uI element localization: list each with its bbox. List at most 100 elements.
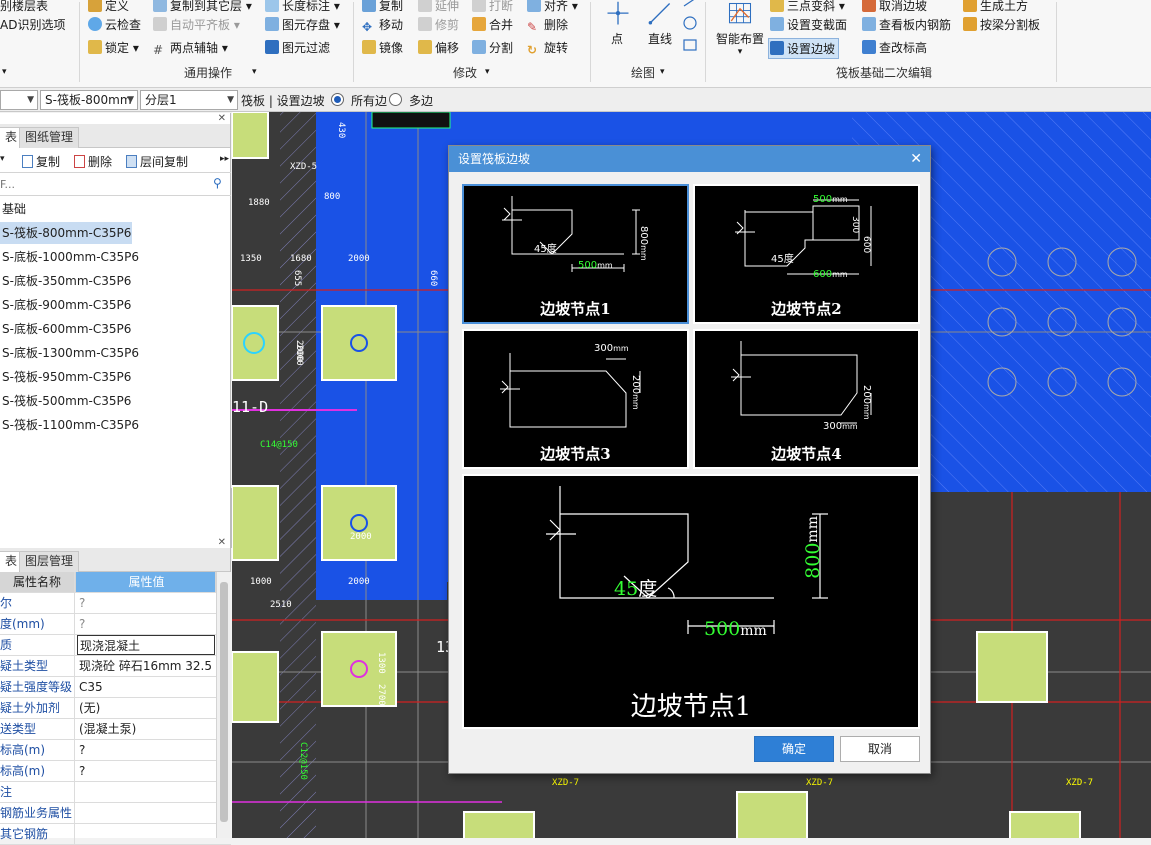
floor-combo[interactable]: ▼ [0,90,38,110]
component-item[interactable]: S-筏板-950mm-C35P6 [0,366,131,388]
property-value[interactable]: 现浇砼 碎石16mm 32.5 [77,656,215,676]
property-row[interactable]: 注 [0,782,231,803]
circle-icon[interactable] [683,16,697,30]
ribbon-floor-table[interactable]: 别楼层表 [0,0,48,16]
ribbon-copy-button[interactable]: 复制 [362,0,403,16]
property-row[interactable]: 尔? [0,593,231,614]
ribbon-copy-to-floor-button[interactable]: 复制到其它层 ▾ [153,0,252,16]
cancel-button[interactable]: 取消 [840,736,920,762]
ribbon-variable-section-button[interactable]: 设置变截面 [770,15,847,35]
property-row[interactable]: 度(mm)? [0,614,231,635]
ribbon-cloud-check-button[interactable]: 云检查 [88,15,141,35]
ribbon-edit-elevation-button[interactable]: 查改标高 [862,38,927,58]
layer-combo[interactable]: 分层1 ▼ [140,90,238,110]
draw-point-button[interactable]: 点 [602,0,632,47]
layer-copy-action[interactable]: 层间复制 [126,153,188,170]
component-item[interactable]: S-筏板-500mm-C35P6 [0,390,131,412]
property-value[interactable] [77,803,215,823]
delete-action[interactable]: 删除 [74,153,112,170]
ribbon-trim-button[interactable]: 修剪 [418,15,459,35]
property-value[interactable]: ? [77,740,215,760]
property-row[interactable]: 标高(m)? [0,740,231,761]
component-item[interactable]: S-底板-900mm-C35P6 [0,294,131,316]
ribbon-auto-align-button[interactable]: 自动平齐板 ▾ [153,15,240,35]
rect-icon[interactable] [683,39,697,51]
ribbon-length-dim-button[interactable]: 长度标注 ▾ [265,0,340,16]
component-combo[interactable]: S-筏板-800mm ▼ [40,90,138,110]
property-value[interactable]: C35 [77,677,215,697]
close-icon[interactable]: ✕ [910,146,922,172]
property-value[interactable]: (混凝土泵) [77,719,215,739]
polyline-icon[interactable] [683,0,696,7]
property-value[interactable]: 现浇混凝土 [77,635,215,655]
property-value[interactable] [77,782,215,802]
radio-multi-edges[interactable] [389,93,402,106]
property-row[interactable]: 送类型 (混凝土泵) [0,719,231,740]
ribbon-extend-button[interactable]: 延伸 [418,0,459,16]
ribbon-rotate-button[interactable]: ↻ 旋转 [527,38,568,58]
ribbon-offset-button[interactable]: 偏移 [418,38,459,58]
ribbon-save-element-button[interactable]: 图元存盘 ▾ [265,15,340,35]
smart-layout-button[interactable]: 智能布置 ▾ [714,0,766,57]
component-item[interactable]: S-底板-1300mm-C35P6 [0,342,139,364]
slope-node-4-option[interactable]: 300mm 200mm 边坡节点4 [693,329,920,469]
component-item[interactable]: S-筏板-1100mm-C35P6 [0,414,139,436]
more-icon[interactable]: ▸▸ [220,154,229,164]
search-input[interactable] [0,176,205,193]
property-value[interactable]: (无) [77,698,215,718]
ribbon-break-button[interactable]: 打断 [472,0,513,16]
ribbon-split-by-beam-button[interactable]: 按梁分割板 [963,15,1040,35]
component-item[interactable]: S-底板-1000mm-C35P6 [0,246,139,268]
panel-close-icon[interactable]: ✕ [218,113,226,124]
group-general-expand-icon[interactable]: ▾ [252,62,257,82]
group-draw-expand-icon[interactable]: ▾ [660,62,665,82]
list-group-foundation[interactable]: 基础 [0,198,26,220]
property-row[interactable]: 质现浇混凝土 [0,635,231,656]
ribbon-merge-button[interactable]: 合并 [472,15,513,35]
ribbon-define-button[interactable]: 定义 [88,0,129,16]
property-value[interactable]: ? [77,761,215,781]
property-row[interactable]: 疑土外加剂 (无) [0,698,231,719]
ribbon-split-button[interactable]: 分割 [472,38,513,58]
ribbon-cancel-slope-button[interactable]: 取消边坡 [862,0,927,16]
ribbon-cad-options[interactable]: AD识别选项 [0,15,65,35]
copy-action[interactable]: 复制 [22,153,60,170]
ribbon-set-slope-edge-button[interactable]: 设置边坡 [768,38,840,59]
ok-button[interactable]: 确定 [754,736,834,762]
tab-layer-manage[interactable]: 图层管理 [19,551,80,572]
property-value[interactable]: ? [77,614,215,634]
tab-drawing-manage[interactable]: 图纸管理 [19,127,80,148]
ribbon-lock-button[interactable]: 锁定 ▾ [88,38,139,58]
property-value[interactable]: ? [77,593,215,613]
search-icon[interactable]: ⚲ [213,176,222,190]
ribbon-filter-button[interactable]: 图元过滤 [265,38,330,58]
slope-node-3-option[interactable]: 300mm 200mm 边坡节点3 [462,329,689,469]
ribbon-move-button[interactable]: ✥ 移动 [362,15,403,35]
ribbon-delete-button[interactable]: ✎ 删除 [527,15,568,35]
component-item[interactable]: S-底板-350mm-C35P6 [0,270,131,292]
ribbon-three-point-slope-button[interactable]: 三点变斜 ▾ [770,0,845,16]
radio-all-edges[interactable] [331,93,344,106]
ribbon-align-button[interactable]: 对齐 ▾ [527,0,578,16]
ribbon-generate-earthwork-button[interactable]: 生成土方 [963,0,1028,16]
slope-node-2-option[interactable]: 500mm 600mm 45度 300 600 边坡节点2 [693,184,920,324]
panel-close-icon[interactable]: ✕ [218,537,226,548]
property-row[interactable]: 疑土类型 现浇砼 碎石16mm 32.5 [0,656,231,677]
chevron-down-icon[interactable]: ▾ [0,154,5,164]
scrollbar-thumb[interactable] [220,582,228,822]
property-row[interactable]: 标高(m)? [0,761,231,782]
property-row[interactable]: 钢筋业务属性 [0,803,231,824]
ribbon-view-rebar-button[interactable]: 查看板内钢筋 [862,15,951,35]
ribbon-two-point-axis-button[interactable]: # 两点辅轴 ▾ [153,38,228,58]
ribbon-expand-chevron-icon[interactable]: ▾ [2,62,7,82]
property-value[interactable] [77,824,215,844]
component-item[interactable]: S-底板-600mm-C35P6 [0,318,131,340]
group-modify-expand-icon[interactable]: ▾ [485,62,490,82]
property-scrollbar[interactable] [216,572,231,838]
property-row[interactable]: 疑土强度等级 C35 [0,677,231,698]
slope-node-1-option[interactable]: 45度 500mm 800mm 边坡节点1 [462,184,689,324]
ribbon-mirror-button[interactable]: 镜像 [362,38,403,58]
draw-line-button[interactable]: 直线 [643,0,677,47]
component-item[interactable]: S-筏板-800mm-C35P6 [0,222,132,244]
property-row[interactable]: 其它钢筋 [0,824,231,845]
